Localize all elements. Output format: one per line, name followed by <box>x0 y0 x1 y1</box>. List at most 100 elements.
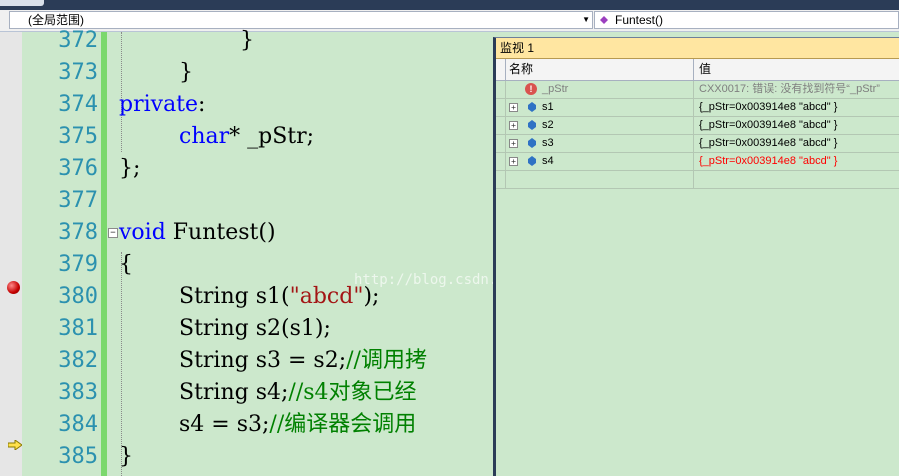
title-bar <box>0 0 899 10</box>
string-token: "abcd" <box>289 284 364 309</box>
code-token: } <box>240 28 254 53</box>
code-token: String s1( <box>179 284 290 309</box>
row-divider <box>505 117 506 134</box>
execution-pointer-icon <box>8 440 22 450</box>
watch-value[interactable]: {_pStr=0x003914e8 "abcd" } <box>699 117 837 134</box>
watch-window[interactable]: 监视 1 名称 值 ! _pStr CXX0017: 错误: 没有找到符号“_p… <box>493 37 899 476</box>
line-number: 384 <box>58 412 98 437</box>
code-token: : <box>198 92 206 117</box>
watch-name[interactable]: s3 <box>542 135 554 152</box>
code-line: void Funtest() <box>119 217 276 249</box>
code-line: } <box>179 57 193 89</box>
watch-row[interactable]: + s4 {_pStr=0x003914e8 "abcd" } <box>496 153 899 171</box>
expand-icon[interactable]: + <box>509 121 518 130</box>
code-line: char* _pStr; <box>179 121 314 153</box>
code-line: { <box>119 249 133 281</box>
column-divider[interactable] <box>693 59 694 80</box>
column-header-name[interactable]: 名称 <box>509 59 533 80</box>
expand-icon[interactable]: + <box>509 103 518 112</box>
change-tracking-bar <box>101 32 107 476</box>
watch-name[interactable]: s2 <box>542 117 554 134</box>
code-token: String s3 = s2; <box>179 348 347 373</box>
function-icon <box>600 16 608 24</box>
error-icon: ! <box>525 83 537 95</box>
variable-icon <box>528 102 536 112</box>
row-divider <box>505 81 506 98</box>
comment-token: //s4对象已经 <box>288 380 417 405</box>
line-number: 375 <box>58 124 98 149</box>
code-token: * _pStr; <box>229 124 315 149</box>
function-dropdown-label: Funtest() <box>615 13 664 27</box>
navigation-bar: (全局范围) ▼ Funtest() <box>0 10 899 32</box>
collapse-icon[interactable]: − <box>108 228 118 238</box>
line-number: 385 <box>58 444 98 469</box>
row-divider <box>693 117 694 134</box>
keyword-token: void <box>119 220 166 245</box>
document-tab[interactable] <box>0 0 44 6</box>
watch-value[interactable]: CXX0017: 错误: 没有找到符号“_pStr” <box>699 81 880 98</box>
code-line: String s1("abcd"); <box>179 281 379 313</box>
row-divider <box>505 99 506 116</box>
line-number: 381 <box>58 316 98 341</box>
watch-value[interactable]: {_pStr=0x003914e8 "abcd" } <box>699 135 837 152</box>
code-token: } <box>119 444 133 469</box>
watch-row[interactable]: + s2 {_pStr=0x003914e8 "abcd" } <box>496 117 899 135</box>
comment-token: //编译器会调用 <box>269 412 417 437</box>
watch-name[interactable]: s1 <box>542 99 554 116</box>
watch-row[interactable]: + s3 {_pStr=0x003914e8 "abcd" } <box>496 135 899 153</box>
watch-value[interactable]: {_pStr=0x003914e8 "abcd" } <box>699 153 837 170</box>
line-number: 374 <box>58 92 98 117</box>
breakpoint-margin[interactable] <box>0 32 22 476</box>
watch-title-bar[interactable]: 监视 1 <box>496 38 899 59</box>
code-editor[interactable]: 372 373 374 375 376 377 378 379 380 381 … <box>0 28 531 476</box>
variable-icon <box>528 156 536 166</box>
watch-name[interactable]: _pStr <box>542 81 568 98</box>
code-line: }; <box>119 153 140 185</box>
row-divider <box>693 171 694 188</box>
row-divider <box>505 153 506 170</box>
watch-row[interactable]: ! _pStr CXX0017: 错误: 没有找到符号“_pStr” <box>496 81 899 99</box>
code-line: } <box>240 25 254 57</box>
column-header-value[interactable]: 值 <box>699 59 711 80</box>
variable-icon <box>528 120 536 130</box>
code-token: Funtest() <box>165 220 276 245</box>
expand-icon[interactable]: + <box>509 157 518 166</box>
line-number: 373 <box>58 60 98 85</box>
watch-empty-row[interactable] <box>496 171 899 189</box>
watch-value[interactable]: {_pStr=0x003914e8 "abcd" } <box>699 99 837 116</box>
row-divider <box>505 171 506 188</box>
line-number: 378 <box>58 220 98 245</box>
code-token: s4 = s3; <box>179 412 270 437</box>
code-line: String s2(s1); <box>179 313 331 345</box>
line-number: 380 <box>58 284 98 309</box>
keyword-token: private <box>119 92 199 117</box>
line-number: 372 <box>58 28 98 53</box>
code-line: private: <box>119 89 205 121</box>
row-divider <box>693 81 694 98</box>
code-line: String s3 = s2;//调用拷 <box>179 345 427 377</box>
comment-token: //调用拷 <box>346 348 427 373</box>
variable-icon <box>528 138 536 148</box>
keyword-token: char <box>179 124 230 149</box>
watch-row[interactable]: + s1 {_pStr=0x003914e8 "abcd" } <box>496 99 899 117</box>
chevron-down-icon[interactable]: ▼ <box>582 12 590 28</box>
line-number: 376 <box>58 156 98 181</box>
expand-icon[interactable]: + <box>509 139 518 148</box>
code-token: String s2(s1); <box>179 316 331 341</box>
code-token: } <box>179 60 193 85</box>
row-divider <box>693 153 694 170</box>
column-divider[interactable] <box>505 59 506 80</box>
row-divider <box>505 135 506 152</box>
line-number: 379 <box>58 252 98 277</box>
watch-column-header: 名称 值 <box>496 59 899 81</box>
row-divider <box>693 99 694 116</box>
function-dropdown[interactable]: Funtest() <box>594 11 899 29</box>
code-token: { <box>119 252 133 277</box>
watch-name[interactable]: s4 <box>542 153 554 170</box>
line-number: 377 <box>58 188 98 213</box>
code-token: }; <box>119 156 141 181</box>
line-number: 382 <box>58 348 98 373</box>
breakpoint-icon[interactable] <box>7 281 20 294</box>
code-line: s4 = s3;//编译器会调用 <box>179 409 416 441</box>
code-line: String s4;//s4对象已经 <box>179 377 417 409</box>
